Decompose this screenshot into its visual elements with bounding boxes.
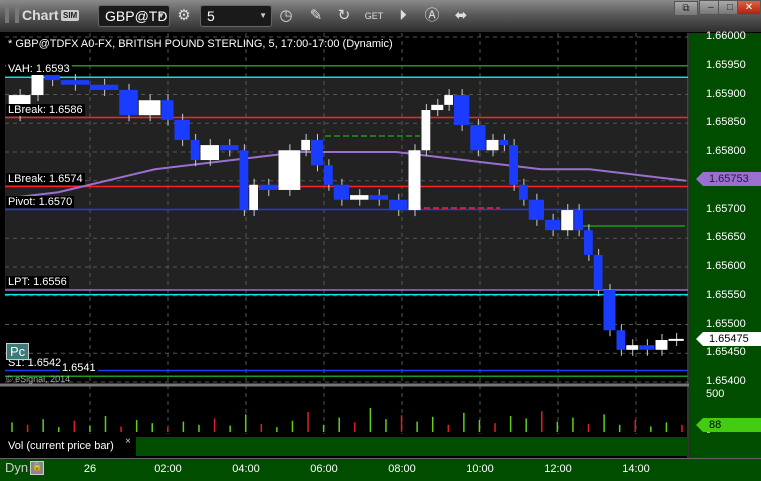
- time-tick: 26: [83, 463, 97, 475]
- candle: [138, 100, 161, 116]
- candle: [626, 345, 639, 350]
- price-tick: 1.65600: [706, 260, 746, 272]
- price-tick: 1.65950: [706, 58, 746, 71]
- level-label: VAH: 1.6593: [6, 63, 72, 76]
- candle: [90, 84, 119, 90]
- close-icon[interactable]: ×: [125, 436, 131, 447]
- candle: [561, 210, 574, 231]
- candle: [259, 184, 278, 190]
- candle: [431, 104, 444, 111]
- time-tick: 02:00: [154, 463, 182, 475]
- candle: [60, 80, 89, 85]
- price-tick: 1.65850: [706, 116, 746, 129]
- price-chart[interactable]: [0, 0, 761, 481]
- candle: [200, 145, 219, 161]
- lock-icon[interactable]: 🔒: [30, 461, 44, 475]
- level-label: LBreak: 1.6586: [6, 103, 85, 116]
- candle: [369, 195, 388, 200]
- candle: [454, 95, 470, 125]
- price-tick: 1.65400: [706, 375, 746, 387]
- candle: [655, 340, 668, 350]
- time-tick: 04:00: [232, 463, 260, 475]
- candle: [593, 254, 603, 290]
- price-tick: 1.65450: [706, 346, 746, 359]
- candle: [499, 139, 509, 146]
- candle: [486, 139, 499, 151]
- candle: [408, 150, 421, 211]
- candle: [190, 139, 200, 161]
- candle: [545, 219, 561, 231]
- candle: [311, 139, 323, 166]
- candle: [161, 100, 174, 120]
- copyright: © eSignal, 2014: [6, 374, 71, 384]
- level-label: LBreak: 1.6574: [6, 172, 85, 185]
- candle: [616, 330, 626, 350]
- value-area-band: [5, 77, 688, 290]
- candle: [639, 345, 655, 350]
- volume-panel-footer: [136, 437, 688, 456]
- candle: [444, 95, 453, 105]
- candle: [668, 338, 684, 341]
- candle: [301, 139, 310, 151]
- candle: [584, 230, 593, 255]
- level-label: Pivot: 1.6570: [6, 195, 75, 208]
- candle: [239, 150, 249, 211]
- candle: [389, 199, 408, 211]
- candle: [421, 110, 431, 151]
- chart-header: * GBP@TDFX A0-FX, BRITISH POUND STERLING…: [8, 38, 393, 50]
- candle: [119, 89, 138, 116]
- dyn-label[interactable]: Dyn: [5, 460, 28, 475]
- price-tick: 1.65800: [706, 145, 746, 157]
- time-tick: 10:00: [466, 463, 494, 475]
- level-label: 1.6541: [60, 362, 98, 375]
- candle: [220, 145, 239, 151]
- price-tick: 1.65500: [706, 317, 746, 330]
- volume-tick: 500: [706, 388, 725, 400]
- time-tick: 08:00: [388, 463, 416, 475]
- candle: [509, 145, 518, 185]
- volume-value-tag: 88: [696, 418, 761, 432]
- last-price-tag: 1.65475: [696, 331, 761, 346]
- price-tick: 1.65650: [706, 231, 746, 244]
- price-tick: 1.65550: [706, 288, 746, 301]
- candle: [333, 184, 349, 200]
- price-tick: 1.65700: [706, 202, 746, 215]
- candle: [174, 119, 190, 140]
- time-tick: 12:00: [544, 463, 572, 475]
- time-tick: 06:00: [310, 463, 338, 475]
- candle: [324, 165, 333, 185]
- level-label: LPT: 1.6556: [6, 276, 69, 288]
- candle: [603, 290, 616, 331]
- candle: [574, 210, 583, 231]
- candle: [350, 195, 369, 200]
- volume-label: Vol (current price bar): [5, 437, 135, 456]
- candle: [519, 184, 528, 200]
- price-tick: 1.66000: [706, 30, 746, 42]
- ma-value-tag: 1.65753: [696, 172, 761, 187]
- time-tick: 14:00: [622, 463, 650, 475]
- price-tick: 1.65900: [706, 87, 746, 100]
- pc-button[interactable]: Pc: [6, 343, 30, 360]
- candle: [249, 184, 258, 211]
- candle: [278, 150, 301, 190]
- candle: [470, 124, 486, 151]
- candle: [528, 199, 544, 220]
